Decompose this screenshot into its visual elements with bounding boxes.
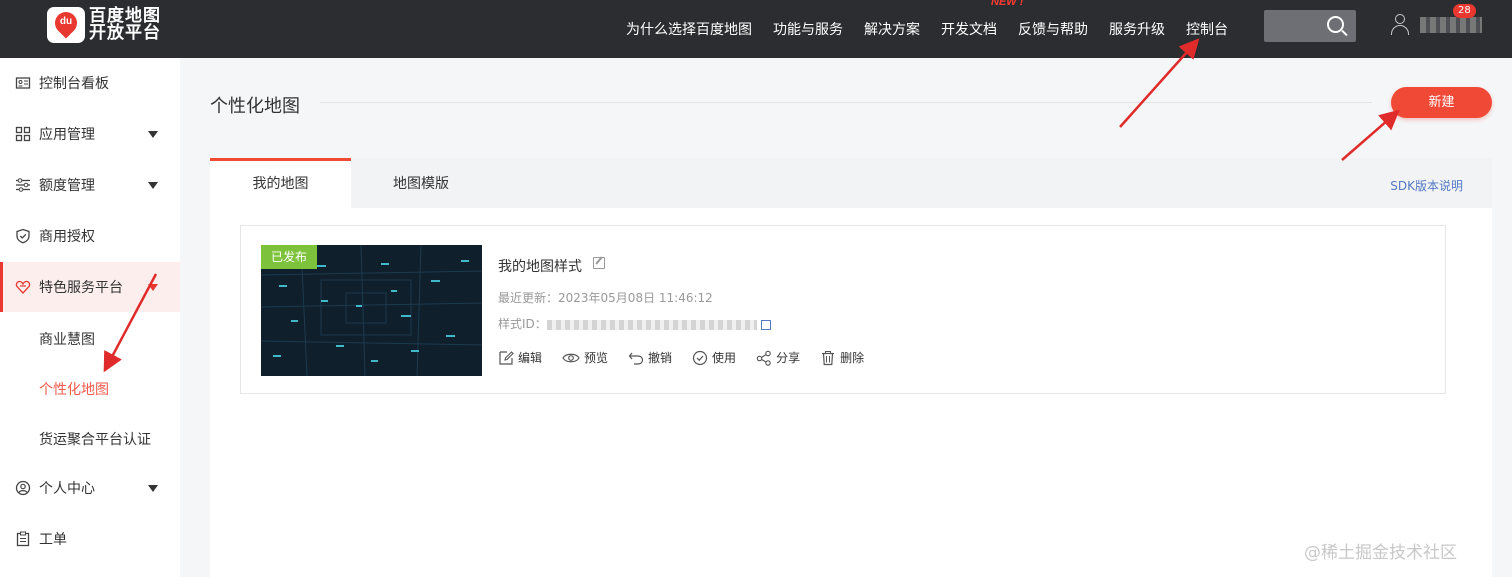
sidebar-sub-freight-cert[interactable]: 货运聚合平台认证 (39, 429, 151, 449)
nav-console[interactable]: 控制台 (1186, 19, 1228, 39)
logo-line-2: 开放平台 (89, 23, 161, 43)
logo-mark-text: du (59, 16, 73, 27)
sidebar-item-quota[interactable]: 额度管理 (0, 160, 180, 210)
edit-button[interactable]: 编辑 (498, 349, 542, 366)
sidebar-item-label: 特色服务平台 (39, 280, 123, 296)
nav-solutions[interactable]: 解决方案 (864, 19, 920, 39)
sidebar: 控制台看板 应用管理 额度管理 商用授权 特色服务平台 商业慧图 个性化地图 货… (0, 58, 180, 577)
chevron-down-icon[interactable] (148, 484, 158, 492)
map-panel: 我的地图 地图模版 SDK版本说明 已发布 我的地图样式 最近更新：2023年0… (210, 158, 1492, 577)
trash-icon (822, 350, 835, 365)
nav-docs[interactable]: 开发文档 NEW ! (941, 0, 1023, 39)
sidebar-item-app-management[interactable]: 应用管理 (0, 109, 180, 159)
share-icon (756, 350, 771, 366)
undo-icon (628, 352, 644, 365)
tab-map-templates[interactable]: 地图模版 (351, 158, 491, 208)
sidebar-item-label: 额度管理 (39, 178, 95, 194)
notification-badge[interactable]: 28 (1453, 4, 1476, 18)
top-navbar: du 百度地图 开放平台 为什么选择百度地图 功能与服务 解决方案 开发文档 N… (0, 0, 1512, 58)
sidebar-item-dashboard[interactable]: 控制台看板 (0, 58, 180, 108)
revoke-label: 撤销 (648, 351, 673, 365)
user-icon[interactable] (1389, 14, 1411, 38)
page-title: 个性化地图 (210, 96, 300, 117)
nav-docs-label: 开发文档 (941, 22, 997, 38)
sidebar-sub-custom-map[interactable]: 个性化地图 (39, 379, 109, 399)
new-button[interactable]: 新建 (1391, 87, 1492, 118)
check-circle-icon (692, 350, 708, 365)
tab-bar: 我的地图 地图模版 SDK版本说明 (210, 158, 1492, 208)
sidebar-item-label: 个人中心 (39, 481, 95, 497)
search-icon[interactable] (1327, 16, 1344, 33)
map-style-card: 已发布 我的地图样式 最近更新：2023年05月08日 11:46:12 样式I… (240, 225, 1446, 394)
nav-why-baidu[interactable]: 为什么选择百度地图 (626, 19, 752, 39)
use-label: 使用 (712, 351, 737, 365)
eye-icon (562, 353, 580, 362)
rename-edit-icon[interactable] (593, 257, 605, 269)
preview-button[interactable]: 预览 (562, 349, 608, 366)
style-id-row: 样式ID： (498, 315, 771, 332)
map-thumbnail[interactable]: 已发布 (261, 245, 482, 376)
logo-pin-icon: du (47, 7, 85, 43)
user-name-blurred[interactable] (1420, 17, 1482, 33)
user-circle-icon (15, 480, 31, 496)
use-button[interactable]: 使用 (692, 349, 736, 366)
clipboard-icon (16, 531, 30, 547)
sidebar-item-label: 控制台看板 (39, 76, 109, 92)
sidebar-item-tickets[interactable]: 工单 (0, 514, 180, 564)
sidebar-item-commercial-license[interactable]: 商用授权 (0, 211, 180, 261)
sidebar-item-personal-center[interactable]: 个人中心 (0, 463, 180, 513)
style-id-value-blurred (546, 319, 757, 330)
sdk-version-link[interactable]: SDK版本说明 (1390, 177, 1463, 194)
sliders-icon (16, 178, 30, 192)
sidebar-item-label: 商用授权 (39, 229, 95, 245)
share-label: 分享 (776, 351, 801, 365)
sidebar-item-label: 工单 (39, 532, 67, 548)
grid-icon (15, 126, 31, 142)
main-nav: 为什么选择百度地图 功能与服务 解决方案 开发文档 NEW ! 反馈与帮助 服务… (626, 0, 1249, 58)
sidebar-sub-business-map[interactable]: 商业慧图 (39, 329, 95, 349)
chevron-down-icon[interactable] (148, 181, 158, 189)
edit-label: 编辑 (518, 351, 543, 365)
nav-features[interactable]: 功能与服务 (773, 19, 843, 39)
chevron-down-icon[interactable] (148, 130, 158, 138)
dashboard-icon (15, 77, 31, 89)
card-actions: 编辑 预览 撤销 使用 分享 删除 (498, 349, 884, 366)
delete-label: 删除 (840, 351, 865, 365)
title-divider (320, 102, 1372, 103)
copy-icon[interactable] (760, 319, 771, 330)
style-id-label: 样式ID： (498, 317, 547, 331)
edit-icon (499, 350, 514, 365)
brand-logo[interactable]: du 百度地图 开放平台 (47, 7, 161, 43)
delete-button[interactable]: 删除 (820, 349, 864, 366)
map-style-title: 我的地图样式 (498, 259, 582, 275)
new-tag: NEW ! (991, 0, 1024, 8)
logo-text: 百度地图 开放平台 (89, 8, 161, 42)
heart-icon (15, 280, 31, 294)
nav-upgrade[interactable]: 服务升级 (1109, 19, 1165, 39)
shield-icon (16, 228, 30, 244)
last-updated: 最近更新：2023年05月08日 11:46:12 (498, 291, 713, 305)
search-input[interactable] (1264, 10, 1356, 42)
share-button[interactable]: 分享 (756, 349, 800, 366)
published-badge: 已发布 (261, 245, 318, 269)
sidebar-item-label: 应用管理 (39, 127, 95, 143)
sidebar-item-featured-services[interactable]: 特色服务平台 (0, 262, 180, 312)
watermark: @稀土掘金技术社区 (1304, 543, 1457, 563)
preview-label: 预览 (584, 351, 609, 365)
nav-feedback[interactable]: 反馈与帮助 (1018, 19, 1088, 39)
tab-my-maps[interactable]: 我的地图 (210, 158, 351, 208)
arrow-to-new-button (1341, 109, 1400, 161)
chevron-down-icon[interactable] (148, 283, 158, 291)
revoke-button[interactable]: 撤销 (628, 349, 672, 366)
